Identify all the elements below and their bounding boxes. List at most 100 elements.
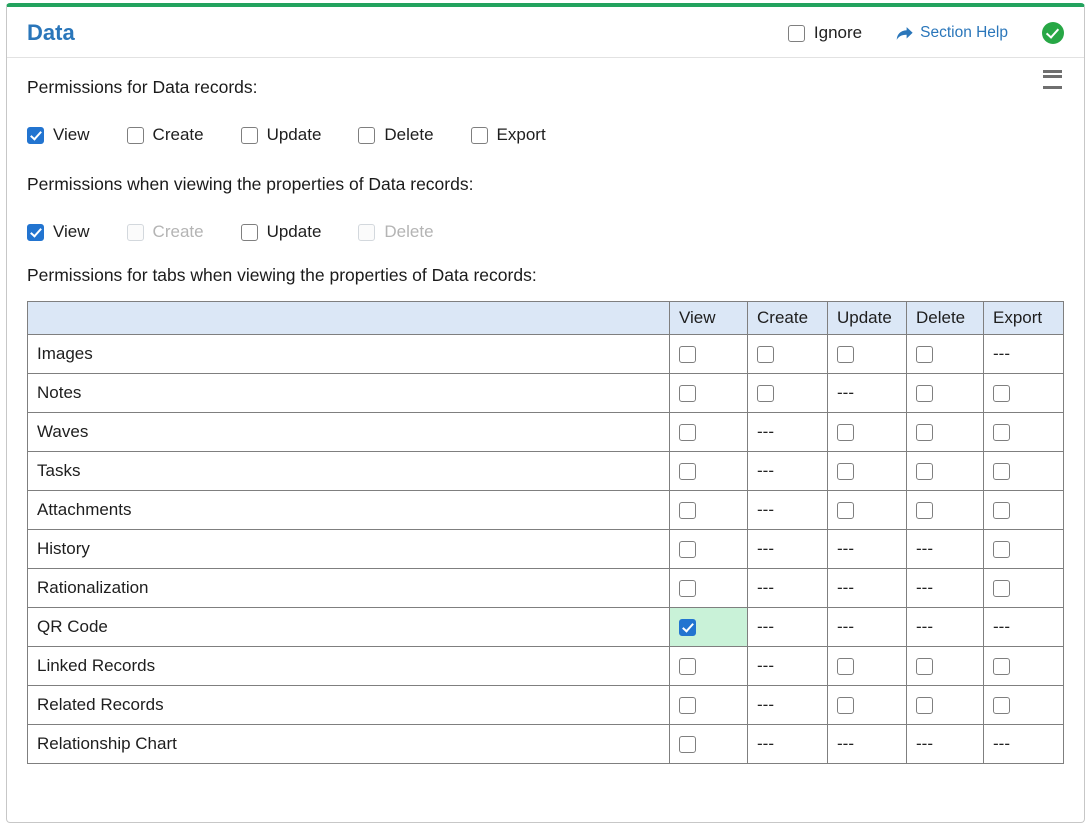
checkbox-records-view[interactable]: [27, 127, 44, 144]
cell-images-update[interactable]: [828, 335, 907, 374]
checkbox-records-export[interactable]: [471, 127, 488, 144]
checkbox-linked-records-update[interactable]: [837, 658, 854, 675]
cell-qr-code-view[interactable]: [670, 608, 748, 647]
cell-relationship-chart-export: ---: [984, 725, 1064, 764]
checkbox-waves-view[interactable]: [679, 424, 696, 441]
cell-history-export[interactable]: [984, 530, 1064, 569]
checkbox-tasks-update[interactable]: [837, 463, 854, 480]
cell-notes-delete[interactable]: [907, 374, 984, 413]
checkbox-related-records-update[interactable]: [837, 697, 854, 714]
checkbox-records-delete[interactable]: [358, 127, 375, 144]
cell-attachments-view[interactable]: [670, 491, 748, 530]
checkbox-tasks-export[interactable]: [993, 463, 1010, 480]
cell-tasks-update[interactable]: [828, 452, 907, 491]
cell-relationship-chart-view[interactable]: [670, 725, 748, 764]
checkbox-tasks-view[interactable]: [679, 463, 696, 480]
section-menu-button[interactable]: [1041, 68, 1064, 91]
checkbox-rationalization-export[interactable]: [993, 580, 1010, 597]
checkbox-waves-delete[interactable]: [916, 424, 933, 441]
checkbox-relationship-chart-view[interactable]: [679, 736, 696, 753]
cell-linked-records-delete[interactable]: [907, 647, 984, 686]
checkbox-images-create[interactable]: [757, 346, 774, 363]
checkbox-records-update[interactable]: [241, 127, 258, 144]
cell-related-records-update[interactable]: [828, 686, 907, 725]
cell-related-records-delete[interactable]: [907, 686, 984, 725]
checkbox-waves-export[interactable]: [993, 424, 1010, 441]
cell-images-delete[interactable]: [907, 335, 984, 374]
cell-attachments-export[interactable]: [984, 491, 1064, 530]
permission-item-create: Create: [127, 222, 204, 242]
row-label: Linked Records: [28, 647, 670, 686]
permission-item-export[interactable]: Export: [471, 125, 546, 145]
cell-attachments-update[interactable]: [828, 491, 907, 530]
checkbox-notes-delete[interactable]: [916, 385, 933, 402]
column-header-create: Create: [748, 302, 828, 335]
checkbox-attachments-view[interactable]: [679, 502, 696, 519]
cell-rationalization-export[interactable]: [984, 569, 1064, 608]
section-header: Data Ignore Section Help: [7, 7, 1084, 58]
checkbox-related-records-export[interactable]: [993, 697, 1010, 714]
cell-history-delete: ---: [907, 530, 984, 569]
cell-waves-export[interactable]: [984, 413, 1064, 452]
checkbox-qr-code-view[interactable]: [679, 619, 696, 636]
checkbox-related-records-view[interactable]: [679, 697, 696, 714]
cell-rationalization-view[interactable]: [670, 569, 748, 608]
cell-history-view[interactable]: [670, 530, 748, 569]
cell-linked-records-export[interactable]: [984, 647, 1064, 686]
section-help-link[interactable]: Section Help: [896, 24, 1008, 42]
cell-tasks-export[interactable]: [984, 452, 1064, 491]
cell-tasks-delete[interactable]: [907, 452, 984, 491]
table-row-notes: Notes---: [28, 374, 1064, 413]
checkbox-images-view[interactable]: [679, 346, 696, 363]
cell-linked-records-view[interactable]: [670, 647, 748, 686]
permission-item-create[interactable]: Create: [127, 125, 204, 145]
cell-related-records-view[interactable]: [670, 686, 748, 725]
table-row-qr-code: QR Code------------: [28, 608, 1064, 647]
checkbox-linked-records-view[interactable]: [679, 658, 696, 675]
checkbox-waves-update[interactable]: [837, 424, 854, 441]
checkbox-related-records-delete[interactable]: [916, 697, 933, 714]
section-help-label: Section Help: [920, 24, 1008, 42]
checkbox-properties-update[interactable]: [241, 224, 258, 241]
cell-notes-export[interactable]: [984, 374, 1064, 413]
not-applicable-text: ---: [757, 695, 774, 714]
checkbox-history-export[interactable]: [993, 541, 1010, 558]
cell-waves-view[interactable]: [670, 413, 748, 452]
checkbox-history-view[interactable]: [679, 541, 696, 558]
cell-waves-update[interactable]: [828, 413, 907, 452]
checkbox-images-update[interactable]: [837, 346, 854, 363]
checkbox-linked-records-delete[interactable]: [916, 658, 933, 675]
checkbox-images-delete[interactable]: [916, 346, 933, 363]
permission-item-update[interactable]: Update: [241, 222, 322, 242]
checkbox-properties-view[interactable]: [27, 224, 44, 241]
checkbox-notes-create[interactable]: [757, 385, 774, 402]
cell-images-view[interactable]: [670, 335, 748, 374]
cell-images-create[interactable]: [748, 335, 828, 374]
cell-notes-view[interactable]: [670, 374, 748, 413]
cell-tasks-view[interactable]: [670, 452, 748, 491]
checkbox-records-create[interactable]: [127, 127, 144, 144]
cell-rationalization-update: ---: [828, 569, 907, 608]
checkbox-tasks-delete[interactable]: [916, 463, 933, 480]
tab-permissions-table: ViewCreateUpdateDeleteExport Images---No…: [27, 301, 1064, 764]
cell-waves-delete[interactable]: [907, 413, 984, 452]
cell-attachments-delete[interactable]: [907, 491, 984, 530]
checkbox-notes-export[interactable]: [993, 385, 1010, 402]
cell-linked-records-update[interactable]: [828, 647, 907, 686]
ignore-checkbox[interactable]: [788, 25, 805, 42]
checkbox-attachments-delete[interactable]: [916, 502, 933, 519]
permission-item-view[interactable]: View: [27, 125, 90, 145]
checkbox-linked-records-export[interactable]: [993, 658, 1010, 675]
table-row-attachments: Attachments---: [28, 491, 1064, 530]
ignore-checkbox-group[interactable]: Ignore: [788, 23, 862, 43]
permission-item-update[interactable]: Update: [241, 125, 322, 145]
permission-item-delete[interactable]: Delete: [358, 125, 433, 145]
cell-notes-create[interactable]: [748, 374, 828, 413]
checkbox-attachments-export[interactable]: [993, 502, 1010, 519]
cell-related-records-export[interactable]: [984, 686, 1064, 725]
permission-item-view[interactable]: View: [27, 222, 90, 242]
checkbox-attachments-update[interactable]: [837, 502, 854, 519]
header-actions: Ignore Section Help: [788, 22, 1064, 44]
checkbox-rationalization-view[interactable]: [679, 580, 696, 597]
checkbox-notes-view[interactable]: [679, 385, 696, 402]
